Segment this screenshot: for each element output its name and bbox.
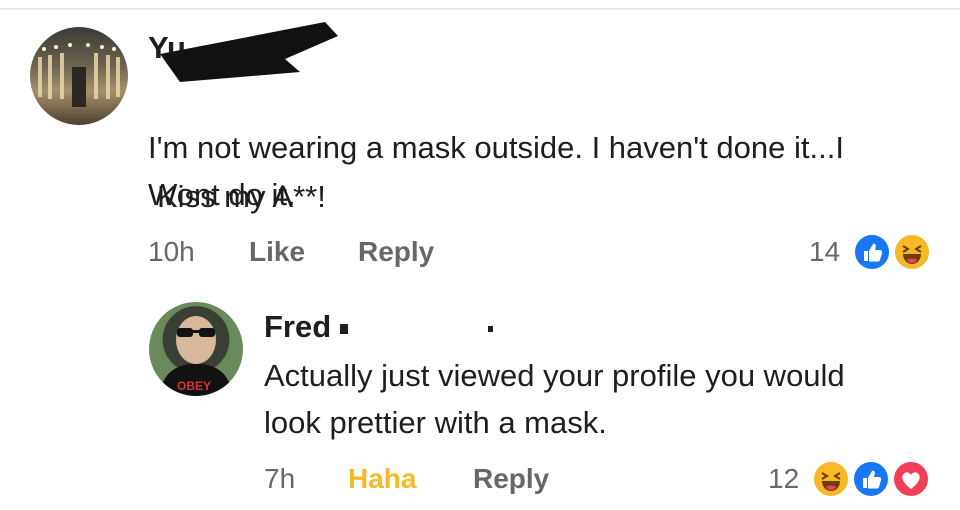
avatar-photo xyxy=(38,43,120,107)
reply-button[interactable]: Reply xyxy=(358,236,434,268)
haha-reaction-button[interactable]: Haha xyxy=(348,463,416,495)
commenter-name[interactable]: Fred xyxy=(264,309,331,345)
reply-button[interactable]: Reply xyxy=(473,463,549,495)
redaction-mark xyxy=(335,297,506,339)
timestamp[interactable]: 10h xyxy=(148,236,195,268)
divider xyxy=(0,8,960,10)
love-icon xyxy=(892,460,930,498)
haha-icon xyxy=(893,233,931,271)
haha-icon xyxy=(812,460,850,498)
avatar[interactable] xyxy=(30,27,128,125)
avatar-photo: OBEY xyxy=(159,316,233,396)
like-button[interactable]: Like xyxy=(249,236,305,268)
avatar[interactable]: OBEY xyxy=(149,302,243,396)
comment-body: Actually just viewed your profile you wo… xyxy=(264,358,845,440)
comment-text-line2: Kiss my A**! xyxy=(157,179,326,214)
reaction-count: 14 xyxy=(809,236,841,267)
redaction-mark xyxy=(160,22,338,82)
timestamp[interactable]: 7h xyxy=(264,463,295,495)
svg-text:OBEY: OBEY xyxy=(177,379,211,393)
like-icon xyxy=(853,233,891,271)
like-icon xyxy=(852,460,890,498)
reaction-count: 12 xyxy=(768,463,800,494)
